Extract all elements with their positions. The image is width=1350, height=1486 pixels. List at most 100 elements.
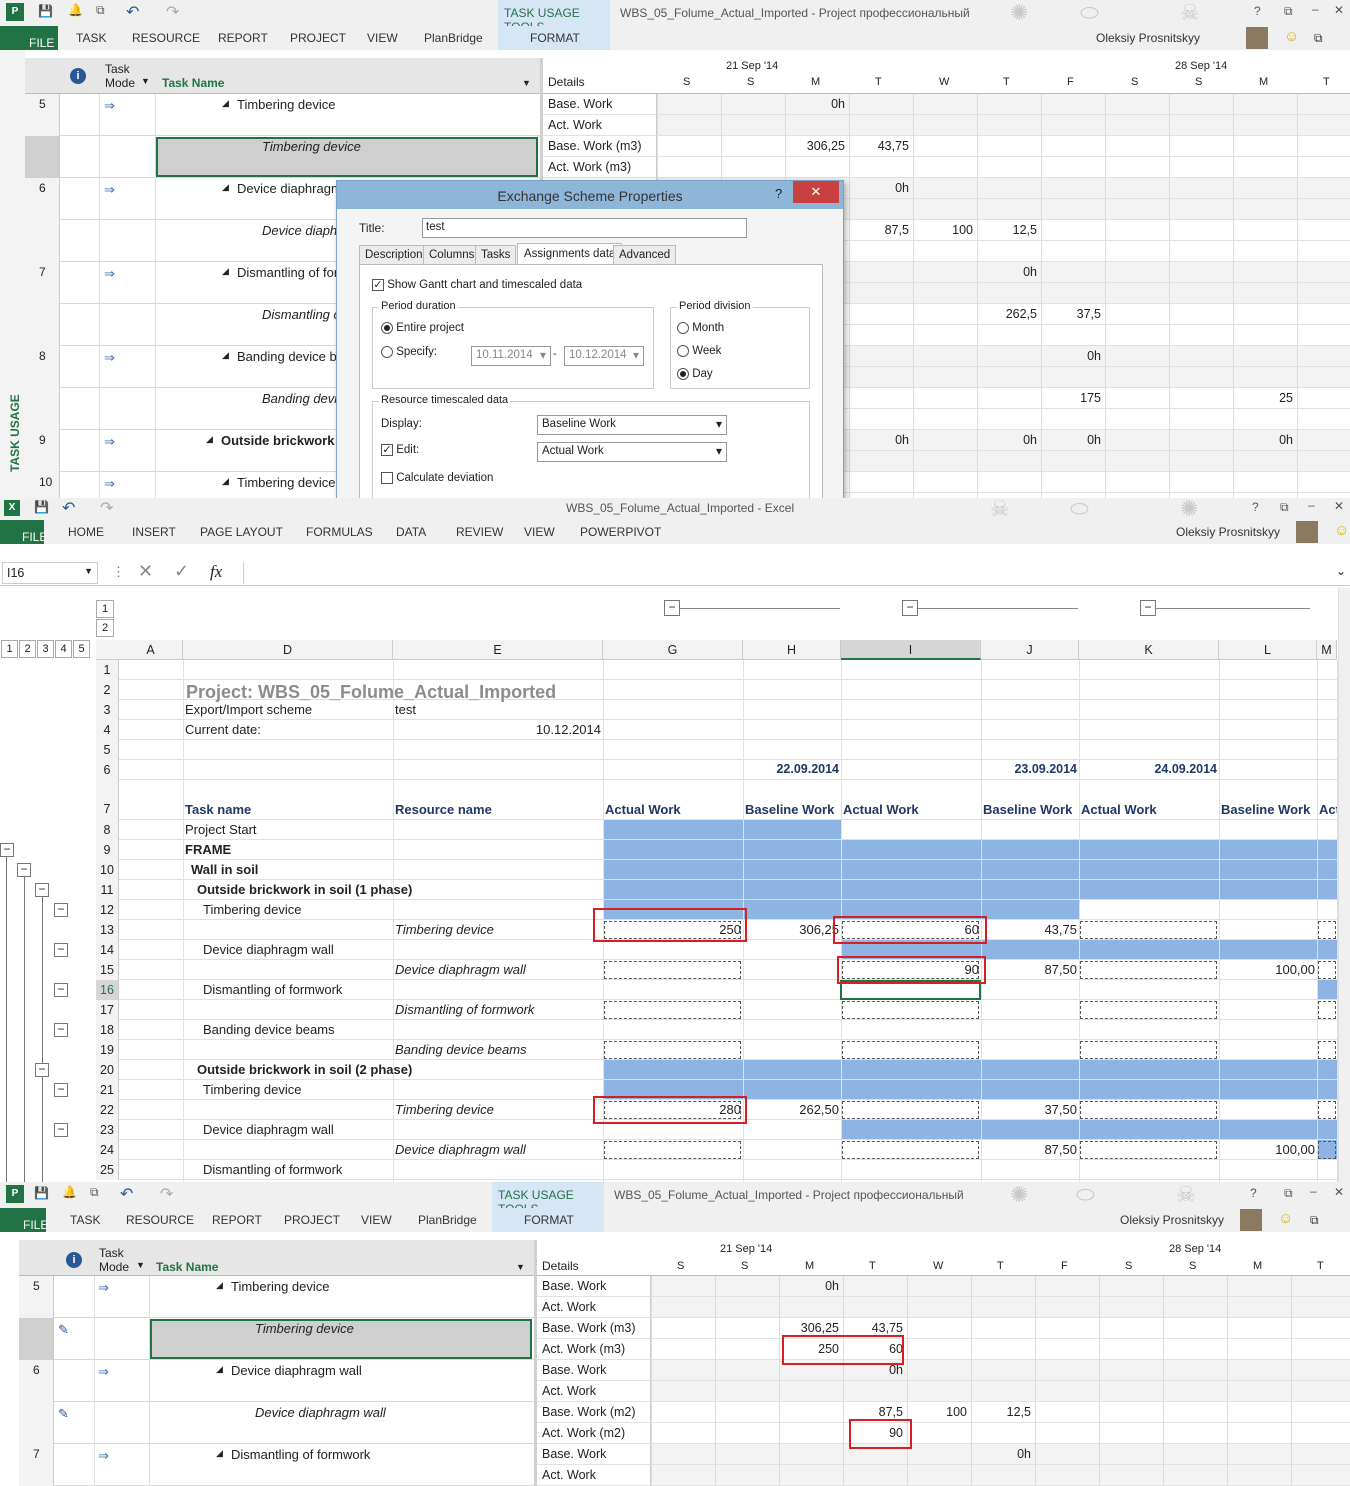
group-level-button[interactable]: 2: [96, 619, 114, 637]
name-box[interactable]: I16 ▼: [2, 562, 98, 584]
collapse-arrow-icon[interactable]: ◢: [222, 350, 229, 361]
month-option[interactable]: Month: [677, 322, 724, 334]
timescale-value[interactable]: 0h: [971, 1447, 1031, 1461]
help-icon[interactable]: ?: [1254, 4, 1261, 18]
smiley-icon[interactable]: ☺: [1284, 28, 1299, 45]
column-header[interactable]: M: [1317, 640, 1337, 660]
formula-more-icon[interactable]: ⋮: [112, 564, 125, 580]
row-header[interactable]: 5: [96, 740, 119, 760]
column-group-collapse-button[interactable]: −: [664, 600, 680, 616]
tab-task[interactable]: TASK: [76, 31, 106, 45]
restore-icon[interactable]: ⧉: [1284, 4, 1293, 19]
outline-collapse-button[interactable]: −: [54, 983, 68, 997]
task-name[interactable]: Device diaphragm wall: [255, 1405, 386, 1420]
task-usage-tools-tab[interactable]: TASK USAGE TOOLS: [498, 0, 610, 34]
calc-deviation-checkbox[interactable]: [381, 472, 393, 484]
editable-actual-cell[interactable]: [842, 1001, 979, 1019]
entire-project-option[interactable]: Entire project: [381, 322, 464, 334]
column-group-collapse-button[interactable]: −: [1140, 600, 1156, 616]
tab-data[interactable]: DATA: [396, 525, 426, 539]
project2-save-icon[interactable]: 💾: [34, 1186, 49, 1200]
name-box-dropdown-icon[interactable]: ▼: [84, 566, 93, 576]
outline-level-button[interactable]: 1: [1, 640, 18, 658]
timescale-value[interactable]: 0h: [1041, 349, 1101, 363]
timescale-value[interactable]: 0h: [785, 97, 845, 111]
task-name[interactable]: Device diaphragm wall: [231, 1363, 362, 1378]
column-header[interactable]: I: [841, 640, 981, 660]
collapse-arrow-icon[interactable]: ◢: [216, 1364, 223, 1375]
timescale-value[interactable]: 43,75: [843, 1321, 903, 1335]
work-value-cell[interactable]: 100,00: [1219, 1142, 1315, 1157]
excel-smiley-icon[interactable]: ☺: [1334, 522, 1349, 539]
date-from-picker[interactable]: 10.11.2014: [471, 346, 551, 366]
row-header[interactable]: 20: [96, 1060, 119, 1080]
bell-icon[interactable]: 🔔: [68, 3, 83, 17]
excel-app-icon[interactable]: X: [4, 500, 20, 516]
row-header[interactable]: 15: [96, 960, 119, 980]
editable-actual-cell[interactable]: [1080, 1041, 1217, 1059]
undo-icon[interactable]: ↶: [126, 2, 139, 22]
column-header[interactable]: E: [393, 640, 603, 660]
editable-actual-cell[interactable]: [842, 1101, 979, 1119]
tab-excel-view[interactable]: VIEW: [524, 525, 555, 539]
group-level-button[interactable]: 1: [96, 600, 114, 618]
editable-actual-cell[interactable]: [1318, 1041, 1336, 1059]
excel-restore-icon[interactable]: ⧉: [1280, 500, 1289, 515]
date-to-picker[interactable]: 10.12.2014: [564, 346, 644, 366]
task-name[interactable]: Timbering device: [231, 1279, 330, 1294]
tab-insert[interactable]: INSERT: [132, 525, 176, 539]
outline-collapse-button[interactable]: −: [54, 1083, 68, 1097]
collapse-arrow-icon[interactable]: ◢: [222, 182, 229, 193]
outline-collapse-button[interactable]: −: [54, 1123, 68, 1137]
row-header[interactable]: 23: [96, 1120, 119, 1140]
editable-actual-cell[interactable]: [842, 1141, 979, 1159]
timescale-value[interactable]: 175: [1041, 391, 1101, 405]
excel-redo-icon[interactable]: ↷: [100, 498, 113, 518]
column-header[interactable]: H: [743, 640, 841, 660]
row-header[interactable]: 24: [96, 1140, 119, 1160]
work-value-cell[interactable]: 100,00: [1219, 962, 1315, 977]
tab-report[interactable]: REPORT: [218, 31, 268, 45]
editable-actual-cell[interactable]: [1080, 921, 1217, 939]
excel-undo-icon[interactable]: ↶: [62, 498, 75, 518]
task-name[interactable]: Timbering device: [237, 475, 336, 490]
user-name[interactable]: Oleksiy Prosnitskyy: [1096, 31, 1200, 45]
restore-ribbon-icon[interactable]: ⧉: [1314, 31, 1323, 46]
outline-level-button[interactable]: 3: [37, 640, 54, 658]
project2-tab-resource[interactable]: RESOURCE: [126, 1213, 194, 1227]
timescale-value[interactable]: 0h: [1041, 433, 1101, 447]
timescale-value[interactable]: 100: [907, 1405, 967, 1419]
outline-collapse-button[interactable]: −: [54, 1023, 68, 1037]
editable-actual-cell[interactable]: [1318, 921, 1336, 939]
tab-home[interactable]: HOME: [68, 525, 104, 539]
project2-format-tab[interactable]: FORMAT: [492, 1208, 604, 1232]
row-header[interactable]: 12: [96, 900, 119, 920]
week-option[interactable]: Week: [677, 345, 721, 357]
tab-assignments-data[interactable]: Assignments data: [517, 243, 623, 264]
tab-project[interactable]: PROJECT: [290, 31, 346, 45]
entire-project-radio[interactable]: [381, 322, 393, 334]
timescale-value[interactable]: 12,5: [977, 223, 1037, 237]
row-header[interactable]: 3: [96, 700, 119, 720]
redo-icon[interactable]: ↷: [166, 2, 179, 22]
row-header[interactable]: 9: [96, 840, 119, 860]
work-value-cell[interactable]: 262,50: [743, 1102, 839, 1117]
vertical-scrollbar[interactable]: [1338, 588, 1350, 1182]
editable-actual-cell[interactable]: [1318, 1001, 1336, 1019]
project2-file-tab[interactable]: FILE: [0, 1208, 48, 1232]
editable-actual-cell[interactable]: [604, 1041, 741, 1059]
row-header[interactable]: 22: [96, 1100, 119, 1120]
outline-level-button[interactable]: 4: [55, 640, 72, 658]
work-value-cell[interactable]: 87,50: [981, 962, 1077, 977]
project2-minimize-icon[interactable]: –: [1310, 1184, 1317, 1198]
enter-formula-icon[interactable]: ✓: [174, 561, 189, 582]
project2-tab-view[interactable]: VIEW: [361, 1213, 392, 1227]
column-header[interactable]: A: [119, 640, 183, 660]
row-header[interactable]: 6: [96, 760, 119, 780]
project2-tab-project[interactable]: PROJECT: [284, 1213, 340, 1227]
task-name[interactable]: Dismantling of formwork: [231, 1447, 370, 1462]
timescale-value[interactable]: 306,25: [785, 139, 845, 153]
project2-smiley-icon[interactable]: ☺: [1278, 1210, 1293, 1227]
task-name[interactable]: Timbering device: [255, 1321, 354, 1336]
project2-tab-planbridge[interactable]: PlanBridge: [418, 1213, 477, 1227]
